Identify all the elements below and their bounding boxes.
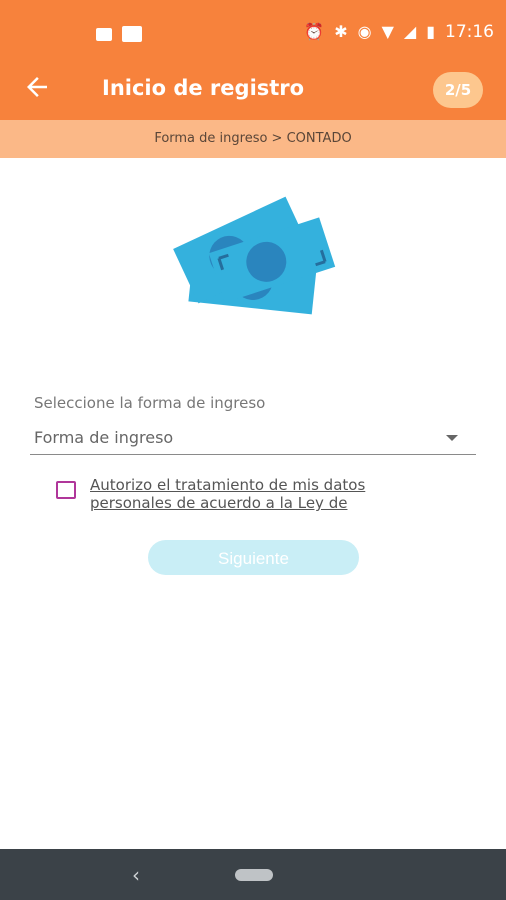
wifi-icon: ▼ [381, 22, 394, 41]
battery-icon: ▮ [426, 22, 435, 41]
gallery-icon [96, 28, 112, 41]
arrow-left-icon [27, 77, 47, 97]
page-title: Inicio de registro [102, 76, 305, 100]
app-bar: Inicio de registro 2/5 [0, 62, 506, 120]
consent-checkbox[interactable] [56, 481, 76, 499]
field-label: Seleccione la forma de ingreso [34, 394, 266, 412]
vibrate-icon: ◉ [357, 22, 372, 41]
nav-home-icon[interactable] [235, 869, 273, 881]
bluetooth-icon: ✱ [334, 22, 348, 41]
status-bar: ⏰ ✱ ◉ ▼ ◢ ▮ 17:16 [0, 0, 506, 62]
status-time: 17:16 [445, 22, 494, 42]
chevron-down-icon [446, 435, 458, 441]
signal-icon: ◢ [403, 22, 417, 41]
step-badge: 2/5 [433, 72, 483, 108]
next-button[interactable]: Siguiente [148, 540, 359, 575]
status-left-icons [96, 26, 142, 42]
alarm-icon: ⏰ [304, 22, 325, 41]
banknotes-icon [173, 196, 336, 315]
status-right-icons: ⏰ ✱ ◉ ▼ ◢ ▮ 17:16 [304, 22, 494, 42]
income-type-select[interactable]: Forma de ingreso [30, 424, 476, 455]
nav-back-icon[interactable]: ‹ [132, 863, 140, 887]
square-notification-icon [122, 26, 142, 42]
breadcrumb: Forma de ingreso > CONTADO [0, 120, 506, 158]
consent-link[interactable]: Autorizo el tratamiento de mis datos per… [90, 476, 430, 512]
back-button[interactable] [22, 72, 62, 108]
system-nav-bar: ‹ [0, 849, 506, 900]
select-placeholder: Forma de ingreso [34, 428, 174, 447]
